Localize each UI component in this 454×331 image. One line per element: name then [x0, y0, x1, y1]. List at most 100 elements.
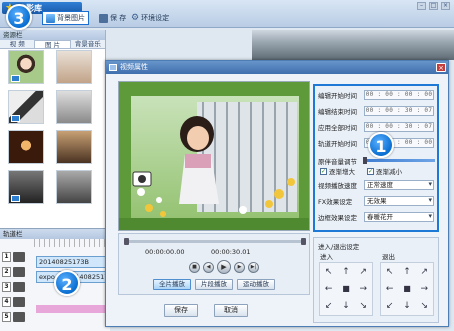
center-square-icon[interactable]: ■ [337, 280, 354, 297]
maximize-button[interactable]: □ [429, 2, 438, 10]
video-settings-panel: 编辑开始时间 00 : 00 : 00 : 00 编辑结束时间 00 : 00 … [313, 84, 439, 232]
arrow-down-left-icon[interactable]: ↙ [320, 298, 337, 315]
step-forward-icon[interactable]: ▶ [234, 261, 245, 273]
timeline-clip[interactable]: 20140825173B [36, 256, 110, 268]
edit-start-label: 编辑开始时间 [318, 92, 357, 100]
edit-start-row: 编辑开始时间 00 : 00 : 00 : 00 [318, 90, 436, 100]
settings-button[interactable]: ⚙ 环境设定 [128, 11, 172, 25]
thumbnail[interactable] [56, 130, 92, 164]
fx-row: FX效果设定 无效果 [318, 196, 436, 206]
save-icon [99, 13, 108, 23]
arrow-up-right-icon[interactable]: ↗ [416, 263, 433, 280]
background-preview-image [252, 30, 454, 60]
thumbnail[interactable] [8, 130, 44, 164]
arrow-down-left-icon[interactable]: ↙ [381, 298, 398, 315]
audio-clip[interactable] [36, 305, 110, 313]
arrow-up-left-icon[interactable]: ↖ [381, 263, 398, 280]
playback-controls: ■ ◀ ▶ ▶ ▶| [189, 260, 259, 274]
arrow-left-icon[interactable]: ← [381, 280, 398, 297]
video-icon [109, 64, 117, 71]
close-window-button[interactable]: × [441, 2, 450, 10]
stop-icon[interactable]: ■ [189, 261, 200, 273]
fade-out-label: 逐渐减小 [376, 168, 402, 176]
border-select[interactable]: 春暖花开 [364, 212, 434, 222]
image-track-icon [13, 267, 25, 277]
arrow-down-icon[interactable]: ↓ [398, 298, 415, 315]
apply-all-row: 应用全部时间 00 : 00 : 30 : 07 [318, 122, 436, 132]
gear-icon: ⚙ [131, 13, 140, 23]
track-header[interactable]: 2 [2, 266, 28, 278]
image-icon [46, 13, 55, 23]
apply-all-label: 应用全部时间 [318, 124, 357, 132]
save-button[interactable]: 保 存 [96, 11, 129, 25]
track-header[interactable]: 1 [2, 251, 28, 263]
track-header[interactable]: 3 [2, 281, 28, 293]
video-preview [118, 81, 310, 231]
arrow-right-icon[interactable]: → [355, 280, 372, 297]
motion-play-button[interactable]: 运动播放 [237, 279, 275, 290]
segment-play-button[interactable]: 片段播放 [195, 279, 233, 290]
fade-in-checkbox[interactable]: ✓ 逐渐增大 [320, 166, 355, 176]
thumbnail[interactable] [8, 90, 44, 124]
track-headers: 1 2 3 4 5 [2, 251, 30, 326]
border-row: 边框效果设定 春暖花开 [318, 212, 436, 222]
checkmark-icon: ✓ [367, 167, 374, 175]
edit-end-field[interactable]: 00 : 00 : 30 : 07 [364, 106, 434, 116]
callout-badge: 1 [368, 132, 394, 158]
play-icon[interactable]: ▶ [217, 260, 231, 274]
transition-title: 进入/退出设定 [318, 243, 360, 251]
dialog-save-button[interactable]: 保存 [164, 304, 198, 317]
arrow-down-right-icon[interactable]: ↘ [355, 298, 372, 315]
time-end: 00:00:30.01 [211, 248, 251, 256]
full-play-button[interactable]: 全片播放 [153, 279, 191, 290]
next-icon[interactable]: ▶| [248, 261, 259, 273]
timeline-ruler[interactable] [34, 239, 110, 247]
thumbnail[interactable] [8, 170, 44, 204]
center-square-icon[interactable]: ■ [398, 280, 415, 297]
arrow-up-icon[interactable]: ↑ [398, 263, 415, 280]
dialog-cancel-button[interactable]: 取消 [214, 304, 248, 317]
arrow-left-icon[interactable]: ← [320, 280, 337, 297]
edit-start-field[interactable]: 00 : 00 : 00 : 00 [364, 90, 434, 100]
arrow-up-left-icon[interactable]: ↖ [320, 263, 337, 280]
tab-music[interactable]: 背景音乐 [71, 40, 105, 48]
arrow-down-right-icon[interactable]: ↘ [416, 298, 433, 315]
thumbnail[interactable] [56, 90, 92, 124]
dialog-title: 视频属性 [120, 63, 148, 71]
arrow-up-right-icon[interactable]: ↗ [355, 263, 372, 280]
fade-options: ✓ 逐渐增大 ✓ 逐渐减小 [320, 166, 402, 176]
seek-end-handle[interactable] [301, 238, 306, 245]
volume-slider-handle[interactable] [363, 157, 367, 164]
image-icon [11, 195, 20, 202]
track-header[interactable]: 5 [2, 311, 28, 323]
arrow-up-icon[interactable]: ↑ [337, 263, 354, 280]
speed-label: 视频播放速度 [318, 182, 357, 190]
tab-video[interactable]: 视 频 [0, 40, 34, 48]
tab-image[interactable]: 图 片 [34, 40, 71, 49]
fade-out-checkbox[interactable]: ✓ 逐渐减小 [367, 166, 402, 176]
close-button[interactable]: × [436, 63, 446, 72]
player-panel: 00:00:00.00 00:00:30.01 ■ ◀ ▶ ▶ ▶| 全片播放 … [118, 233, 310, 295]
fx-select[interactable]: 无效果 [364, 196, 434, 206]
apply-all-field[interactable]: 00 : 00 : 30 : 07 [364, 122, 434, 132]
arrow-down-icon[interactable]: ↓ [337, 298, 354, 315]
arrow-right-icon[interactable]: → [416, 280, 433, 297]
thumbnail[interactable] [56, 170, 92, 204]
track-header[interactable]: 4 [2, 296, 28, 308]
fade-in-label: 逐渐增大 [329, 168, 355, 176]
thumbnail[interactable] [56, 50, 92, 84]
speed-select[interactable]: 正常速度 [364, 180, 434, 190]
seek-bar[interactable] [124, 238, 306, 245]
enter-direction-grid: ↖ ↑ ↗ ← ■ → ↙ ↓ ↘ [319, 262, 373, 316]
save-label: 保 存 [110, 14, 127, 22]
audio-track-icon [13, 312, 25, 322]
volume-label: 原伴音量调节 [318, 158, 357, 166]
bg-image-button[interactable]: 背景图片 [42, 11, 89, 25]
step-back-icon[interactable]: ◀ [203, 261, 214, 273]
thumbnail[interactable] [8, 50, 44, 84]
minimize-button[interactable]: – [417, 2, 426, 10]
seek-start-handle[interactable] [124, 238, 129, 245]
resource-panel-header: 资源栏 [0, 30, 105, 40]
volume-slider[interactable] [363, 159, 435, 162]
time-start: 00:00:00.00 [145, 248, 185, 256]
